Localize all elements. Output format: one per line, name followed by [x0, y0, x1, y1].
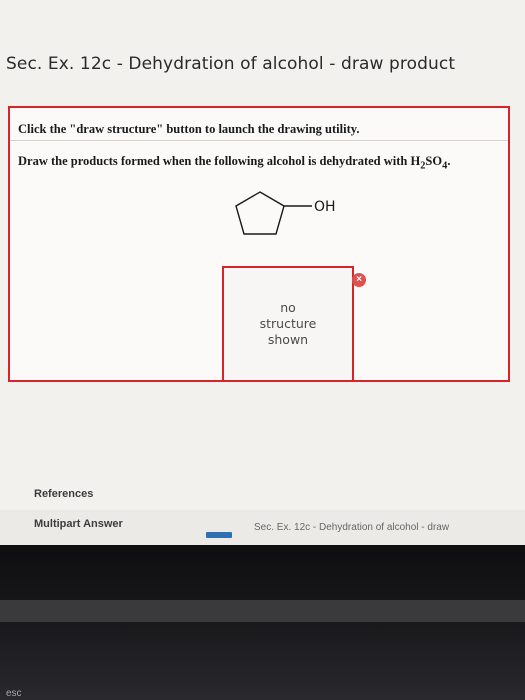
instruction-text: Draw the products formed when the follow…	[18, 154, 421, 168]
question-box: Click the "draw structure" button to lau…	[8, 106, 510, 382]
formula-so: SO	[425, 154, 443, 168]
cyclopentanol-structure: OH	[235, 191, 336, 235]
instruction-period: .	[447, 154, 451, 168]
multipart-answer-button[interactable]: Multipart Answer	[34, 518, 123, 530]
references-link[interactable]: References	[34, 488, 93, 500]
screen: Sec. Ex. 12c - Dehydration of alcohol - …	[0, 0, 525, 545]
cyclopentane-ring	[235, 191, 285, 235]
instruction-draw: Draw the products formed when the follow…	[18, 154, 450, 172]
laptop-bezel	[0, 545, 525, 700]
dock-edge	[0, 600, 525, 622]
no-structure-placeholder: no structure shown	[259, 300, 317, 347]
remove-structure-button[interactable]: ×	[352, 273, 366, 287]
instruction-launch: Click the "draw structure" button to lau…	[18, 122, 360, 136]
esc-key[interactable]: esc	[6, 688, 22, 699]
nav-tab-indicator[interactable]	[206, 532, 232, 538]
hydroxyl-label: OH	[314, 199, 336, 215]
breadcrumb[interactable]: Sec. Ex. 12c - Dehydration of alcohol - …	[254, 522, 449, 533]
draw-structure-area[interactable]: no structure shown	[222, 266, 354, 382]
assignment-nav-bar: Multipart Answer Sec. Ex. 12c - Dehydrat…	[0, 510, 525, 545]
divider	[10, 140, 508, 141]
close-icon: ×	[356, 274, 362, 285]
page-title: Sec. Ex. 12c - Dehydration of alcohol - …	[6, 54, 456, 74]
